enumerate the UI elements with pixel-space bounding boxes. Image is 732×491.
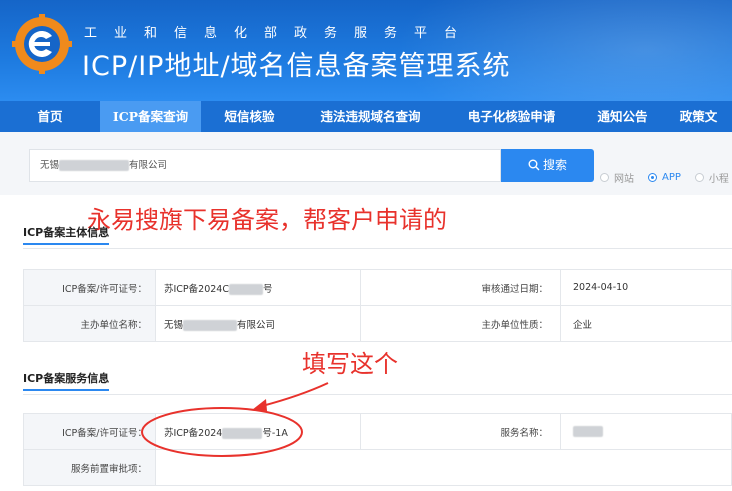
search-icon bbox=[528, 159, 540, 171]
site-header: 工业和信息化部政务服务平台 ICP/IP地址/域名信息备案管理系统 bbox=[0, 0, 732, 101]
radio-miniprogram[interactable] bbox=[694, 173, 704, 182]
search-area: 无锡 有限公司 搜索 网站 APP 小程 bbox=[0, 132, 732, 195]
page-title: ICP/IP地址/域名信息备案管理系统 bbox=[82, 51, 511, 82]
radio-app[interactable] bbox=[648, 173, 657, 182]
radio-website-label: 网站 bbox=[614, 174, 634, 185]
search-button[interactable]: 搜索 bbox=[501, 149, 594, 182]
header-subtitle: 工业和信息化部政务服务平台 bbox=[84, 26, 475, 41]
table-label: ICP备案/许可证号： bbox=[23, 269, 156, 306]
service-info-table: ICP备案/许可证号： 苏ICP备2024 号-1A 服务名称： 服务前置审批项： bbox=[23, 413, 732, 486]
table-label: 主办单位名称： bbox=[23, 305, 156, 342]
table-value bbox=[155, 449, 732, 486]
nav-notices[interactable]: 通知公告 bbox=[580, 101, 665, 132]
organizer-name-suffix: 有限公司 bbox=[237, 319, 276, 331]
nav-policy[interactable]: 政策文 bbox=[665, 101, 732, 132]
entity-section-title: ICP备案主体信息 bbox=[23, 224, 110, 245]
table-row: ICP备案/许可证号： 苏ICP备2024 号-1A 服务名称： bbox=[23, 413, 732, 450]
nav-icp-query[interactable]: ICP备案查询 bbox=[100, 101, 201, 132]
table-row: 主办单位名称： 无锡 有限公司 主办单位性质： 企业 bbox=[23, 305, 732, 342]
annotation-top-note: 永易搜旗下易备案，帮客户申请的 bbox=[87, 206, 447, 234]
nav-e-verify-apply[interactable]: 电子化核验申请 bbox=[443, 101, 580, 132]
nav-sms-verify[interactable]: 短信核验 bbox=[201, 101, 298, 132]
table-value: 苏ICP备2024C 号 bbox=[155, 269, 361, 306]
radio-website[interactable] bbox=[600, 173, 609, 182]
annotation-fill-note: 填写这个 bbox=[302, 350, 398, 378]
table-label: 审核通过日期： bbox=[360, 269, 561, 306]
license-number-suffix: 号 bbox=[262, 283, 273, 295]
search-input-prefix: 无锡 bbox=[40, 160, 60, 171]
section-title-underline bbox=[23, 243, 109, 245]
table-row: 服务前置审批项： bbox=[23, 449, 732, 486]
section-divider bbox=[23, 394, 732, 395]
redacted-text bbox=[183, 319, 238, 331]
table-row: ICP备案/许可证号： 苏ICP备2024C 号 审核通过日期： 2024-04-… bbox=[23, 269, 732, 306]
service-section-title-text: ICP备案服务信息 bbox=[23, 372, 110, 385]
table-label: ICP备案/许可证号： bbox=[23, 413, 156, 450]
search-button-label: 搜索 bbox=[542, 158, 567, 172]
table-value: 无锡 有限公司 bbox=[155, 305, 361, 342]
table-label: 主办单位性质： bbox=[360, 305, 561, 342]
section-divider bbox=[23, 248, 732, 249]
redacted-text bbox=[222, 427, 263, 439]
table-value: 苏ICP备2024 号-1A bbox=[155, 413, 361, 450]
search-input-suffix: 有限公司 bbox=[129, 160, 168, 171]
redacted-text bbox=[59, 160, 130, 171]
table-value: 2024-04-10 bbox=[560, 269, 732, 306]
service-section-title: ICP备案服务信息 bbox=[23, 370, 110, 391]
organizer-name-prefix: 无锡 bbox=[164, 319, 184, 331]
radio-app-label: APP bbox=[662, 172, 681, 183]
table-value bbox=[560, 413, 732, 450]
search-type-radio-group: 网站 APP 小程 bbox=[600, 170, 732, 185]
section-title-underline bbox=[23, 389, 109, 391]
redacted-text bbox=[573, 426, 603, 437]
table-label: 服务前置审批项： bbox=[23, 449, 156, 486]
license-number-prefix: 苏ICP备2024C bbox=[164, 283, 229, 295]
site-logo-icon bbox=[12, 14, 72, 74]
annotation-arrowhead bbox=[252, 399, 267, 411]
table-label: 服务名称： bbox=[360, 413, 561, 450]
service-license-prefix: 苏ICP备2024 bbox=[164, 427, 223, 439]
main-nav: 首页 ICP备案查询 短信核验 违法违规域名查询 电子化核验申请 通知公告 政策… bbox=[0, 101, 732, 132]
redacted-text bbox=[228, 283, 263, 295]
entity-section-title-text: ICP备案主体信息 bbox=[23, 226, 110, 239]
table-value: 企业 bbox=[560, 305, 732, 342]
nav-illegal-domain-query[interactable]: 违法违规域名查询 bbox=[298, 101, 443, 132]
entity-info-table: ICP备案/许可证号： 苏ICP备2024C 号 审核通过日期： 2024-04-… bbox=[23, 269, 732, 342]
search-input[interactable]: 无锡 有限公司 bbox=[29, 149, 501, 182]
radio-miniprogram-label: 小程 bbox=[708, 174, 729, 185]
nav-home[interactable]: 首页 bbox=[0, 101, 100, 132]
service-license-suffix: 号-1A bbox=[262, 427, 288, 439]
